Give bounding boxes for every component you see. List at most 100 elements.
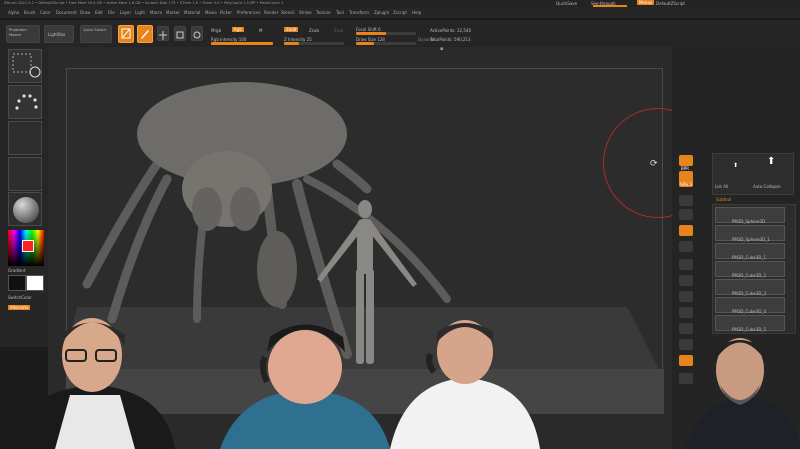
menu-preferences[interactable]: Preferences xyxy=(237,10,261,15)
auto-collapse-button[interactable]: Auto Collapse xyxy=(753,184,781,189)
person-silhouette xyxy=(5,318,175,449)
subtool-item[interactable]: PM3D_Cube3D_3 xyxy=(715,279,785,296)
app-info: ZBrush 2021.5.1 • DefaultZScript • Free … xyxy=(4,1,284,5)
webcam-host-3 xyxy=(390,312,540,449)
menu-tool[interactable]: Tool xyxy=(336,10,344,15)
alpha-thumbnail[interactable] xyxy=(8,121,42,155)
brush-thumbnail[interactable] xyxy=(8,49,42,83)
menu-picker[interactable]: Picker xyxy=(220,10,232,15)
texture-thumbnail[interactable] xyxy=(8,157,42,191)
menu-texture[interactable]: Texture xyxy=(316,10,331,15)
menu-transform[interactable]: Transform xyxy=(349,10,369,15)
mrgb-toggle[interactable]: Mrgb xyxy=(211,28,221,33)
menus-button[interactable]: Menus xyxy=(637,0,655,5)
menu-movie[interactable]: Movie xyxy=(205,10,217,15)
person-silhouette xyxy=(220,324,390,449)
frame-button[interactable] xyxy=(679,307,693,318)
menu-draw[interactable]: Draw xyxy=(80,10,90,15)
rotate-button[interactable] xyxy=(191,26,203,41)
total-points: TotalPoints: 590,213 xyxy=(430,37,471,42)
menu-layer[interactable]: Layer xyxy=(120,10,131,15)
menu-stencil[interactable]: Stencil xyxy=(281,10,295,15)
zoom-button[interactable] xyxy=(679,209,693,220)
draw-size-fill xyxy=(356,42,374,45)
viewport-handle-icon[interactable]: ▪ xyxy=(440,47,448,52)
bpr-button[interactable]: BPR xyxy=(679,155,693,171)
edit-button[interactable] xyxy=(118,25,134,43)
m-toggle[interactable]: M xyxy=(259,28,262,33)
z-intensity-slider[interactable] xyxy=(284,42,344,45)
scroll-button[interactable] xyxy=(679,195,693,206)
subtool-title[interactable]: Subtool xyxy=(716,197,731,202)
focal-shift-fill xyxy=(356,32,386,35)
arrow-icon[interactable]: ⬆ xyxy=(733,162,738,169)
persp-button[interactable] xyxy=(679,259,693,270)
stroke-thumbnail[interactable] xyxy=(8,85,42,119)
subtool-item[interactable]: PM3D_Cube3D_1 xyxy=(715,243,785,260)
rgb-toggle[interactable]: Rgb xyxy=(232,27,244,32)
aahalf-button[interactable] xyxy=(679,241,693,252)
menu-color[interactable]: Color xyxy=(40,10,50,15)
rotate-mode-icon xyxy=(193,31,201,39)
local-button[interactable] xyxy=(679,291,693,302)
menu-stroke[interactable]: Stroke xyxy=(299,10,312,15)
draw-size-slider[interactable] xyxy=(356,42,416,45)
edit-icon xyxy=(121,28,131,39)
spix-label: SPix 3 xyxy=(680,182,693,187)
zadd-toggle[interactable]: Zadd xyxy=(284,27,299,32)
default-zscript-button[interactable]: DefaultZScript xyxy=(656,1,685,6)
menu-macro[interactable]: Macro xyxy=(150,10,162,15)
menu-brush[interactable]: Brush xyxy=(24,10,36,15)
subtool-item[interactable]: PM3D_Sphere3D xyxy=(715,207,785,224)
standard-brush-icon xyxy=(12,53,41,78)
webcam-host-4 xyxy=(685,325,800,449)
menu-document[interactable]: Document xyxy=(56,10,77,15)
quick-sketch-button[interactable]: Quick Sketch xyxy=(80,25,112,43)
left-shelf: Gradient SwitchColor Alternate xyxy=(0,47,48,347)
focal-shift-slider[interactable] xyxy=(356,32,416,35)
lightbox-label: LightBox xyxy=(48,32,66,37)
arrow-up-icon[interactable]: ⬆ xyxy=(767,156,775,167)
zsub-toggle[interactable]: Zsub xyxy=(309,28,319,33)
subtool-item[interactable]: PM3D_Cube3D_4 xyxy=(715,297,785,314)
person-silhouette xyxy=(390,320,540,449)
material-thumbnail[interactable] xyxy=(8,192,42,226)
menu-light[interactable]: Light xyxy=(135,10,145,15)
zcut-toggle[interactable]: Zcut xyxy=(334,28,343,33)
menu-render[interactable]: Render xyxy=(264,10,278,15)
rgb-intensity-slider[interactable] xyxy=(211,42,273,45)
subtool-item-label: PM3D_Cube3D_1 xyxy=(732,255,766,260)
webcam-host-1 xyxy=(0,305,185,449)
spix-button[interactable]: SPix 3 xyxy=(679,171,693,187)
subtool-item-label: PM3D_Cube3D_2 xyxy=(732,273,766,278)
secondary-color-swatch[interactable] xyxy=(26,275,44,291)
main-color-swatch[interactable] xyxy=(8,275,26,291)
lightbox-button[interactable]: LightBox xyxy=(44,25,74,43)
move-button[interactable] xyxy=(157,26,169,41)
switch-color-button[interactable]: SwitchColor xyxy=(8,295,32,300)
quicksave-button[interactable]: QuickSave xyxy=(556,1,577,6)
color-picker[interactable] xyxy=(8,230,44,266)
scale-button[interactable] xyxy=(174,26,186,41)
menu-bar: Alpha Brush Color Document Draw Edit Fil… xyxy=(0,7,800,18)
projection-master-button[interactable]: Projection Master xyxy=(6,25,40,43)
list-all-button[interactable]: List All xyxy=(715,184,728,189)
menu-edit[interactable]: Edit xyxy=(95,10,103,15)
color-selector[interactable] xyxy=(22,240,34,252)
draw-button[interactable] xyxy=(137,25,153,43)
subtool-item-label: PM3D_Cube3D_3 xyxy=(732,291,766,296)
menu-zscript[interactable]: Zscript xyxy=(393,10,407,15)
floor-button[interactable] xyxy=(679,275,693,286)
redraw-icon[interactable]: ⟳ xyxy=(650,159,658,169)
menu-file[interactable]: File xyxy=(108,10,115,15)
gradient-toggle[interactable]: Gradient xyxy=(8,268,25,273)
menu-zplugin[interactable]: Zplugin xyxy=(374,10,389,15)
menu-alpha[interactable]: Alpha xyxy=(8,10,19,15)
move-mode-icon xyxy=(159,31,167,40)
actual-button[interactable] xyxy=(679,225,693,236)
menu-material[interactable]: Material xyxy=(184,10,200,15)
subtool-item[interactable]: PM3D_Cube3D_2 xyxy=(715,261,785,278)
menu-marker[interactable]: Marker xyxy=(166,10,180,15)
subtool-item[interactable]: PM3D_Sphere3D_1 xyxy=(715,225,785,242)
menu-help[interactable]: Help xyxy=(412,10,421,15)
